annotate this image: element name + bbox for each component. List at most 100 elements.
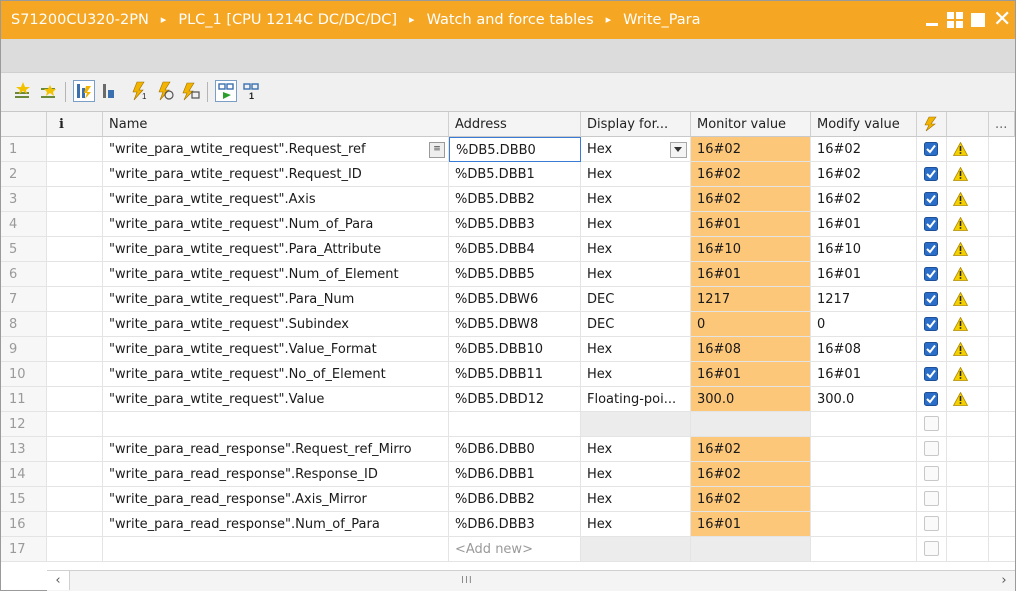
row-number[interactable]: 5	[1, 237, 47, 262]
monitor-all-icon[interactable]	[215, 80, 237, 102]
table-row[interactable]: 13 "write_para_read_response".Request_ref…	[1, 437, 1015, 462]
checkbox-unchecked-icon[interactable]	[924, 466, 939, 481]
address-cell[interactable]: %DB5.DBW8	[449, 312, 581, 337]
checkbox-checked-icon[interactable]	[924, 391, 938, 406]
display-format-cell[interactable]: Hex	[581, 162, 691, 187]
display-format-cell[interactable]: Hex	[581, 187, 691, 212]
modify-value-cell[interactable]	[811, 537, 917, 562]
name-cell[interactable]: "write_para_wtite_request".Axis	[103, 187, 449, 212]
breadcrumb-device[interactable]: S71200CU320-2PN	[11, 1, 149, 39]
scroll-left-icon[interactable]: ‹	[49, 571, 67, 591]
modify-checkbox[interactable]	[917, 187, 947, 212]
name-cell[interactable]	[103, 537, 449, 562]
checkbox-checked-icon[interactable]	[924, 341, 938, 356]
table-row[interactable]: 16 "write_para_read_response".Num_of_Para…	[1, 512, 1015, 537]
table-row[interactable]: 9 "write_para_wtite_request".Value_Format…	[1, 337, 1015, 362]
scroll-right-icon[interactable]: ›	[995, 571, 1013, 591]
checkbox-unchecked-icon[interactable]	[924, 516, 939, 531]
modify-checkbox[interactable]	[917, 412, 947, 437]
address-cell[interactable]: %DB5.DBD12	[449, 387, 581, 412]
checkbox-checked-icon[interactable]	[924, 141, 938, 156]
name-cell[interactable]: "write_para_wtite_request".Subindex	[103, 312, 449, 337]
address-cell[interactable]: %DB5.DBB5	[449, 262, 581, 287]
checkbox-checked-icon[interactable]	[924, 291, 938, 306]
display-format-cell[interactable]: DEC	[581, 287, 691, 312]
row-number[interactable]: 17	[1, 537, 47, 562]
show-hide-columns-icon[interactable]	[99, 81, 119, 101]
row-number[interactable]: 2	[1, 162, 47, 187]
header-address[interactable]: Address	[449, 112, 581, 137]
enable-peripheral-outputs-icon[interactable]	[181, 81, 201, 101]
modify-value-cell[interactable]: 0	[811, 312, 917, 337]
display-format-cell[interactable]: Hex	[581, 462, 691, 487]
table-row[interactable]: 12	[1, 412, 1015, 437]
modify-value-cell[interactable]: 16#01	[811, 362, 917, 387]
modify-value-cell[interactable]: 16#10	[811, 237, 917, 262]
row-number[interactable]: 6	[1, 262, 47, 287]
modify-checkbox[interactable]	[917, 537, 947, 562]
header-info[interactable]: i	[47, 112, 103, 137]
header-more[interactable]: ...	[989, 112, 1015, 137]
modify-value-cell[interactable]: 1217	[811, 287, 917, 312]
modify-value-cell[interactable]: 16#02	[811, 187, 917, 212]
modify-checkbox[interactable]	[917, 437, 947, 462]
address-cell[interactable]: %DB5.DBB11	[449, 362, 581, 387]
checkbox-checked-icon[interactable]	[924, 166, 938, 181]
name-cell[interactable]: "write_para_wtite_request".No_of_Element	[103, 362, 449, 387]
display-format-cell[interactable]	[581, 537, 691, 562]
address-cell[interactable]: %DB6.DBB2	[449, 487, 581, 512]
display-format-cell[interactable]: Hex	[581, 262, 691, 287]
tile-window-icon[interactable]	[947, 12, 963, 28]
row-number[interactable]: 12	[1, 412, 47, 437]
row-number[interactable]: 1	[1, 137, 47, 162]
modify-value-cell[interactable]: 16#08	[811, 337, 917, 362]
row-number[interactable]: 13	[1, 437, 47, 462]
name-cell[interactable]: "write_para_wtite_request".Request_ref ≡	[103, 137, 449, 162]
checkbox-checked-icon[interactable]	[924, 191, 938, 206]
name-cell[interactable]: "write_para_wtite_request".Num_of_Para	[103, 212, 449, 237]
row-number[interactable]: 4	[1, 212, 47, 237]
row-number[interactable]: 11	[1, 387, 47, 412]
modify-value-cell[interactable]	[811, 437, 917, 462]
name-cell[interactable]: "write_para_wtite_request".Request_ID	[103, 162, 449, 187]
row-number[interactable]: 15	[1, 487, 47, 512]
modify-now-icon[interactable]: 1	[129, 81, 149, 101]
monitor-now-icon[interactable]: 1	[241, 81, 261, 101]
display-format-cell[interactable]: Hex	[581, 137, 691, 162]
modify-value-cell[interactable]: 16#02	[811, 162, 917, 187]
table-row[interactable]: 17 <Add new>	[1, 537, 1015, 562]
table-row[interactable]: 5 "write_para_wtite_request".Para_Attribu…	[1, 237, 1015, 262]
name-cell[interactable]: "write_para_read_response".Request_ref_M…	[103, 437, 449, 462]
address-cell[interactable]	[449, 412, 581, 437]
modify-checkbox[interactable]	[917, 137, 947, 162]
row-number[interactable]: 16	[1, 512, 47, 537]
checkbox-unchecked-icon[interactable]	[924, 491, 939, 506]
modify-checkbox[interactable]	[917, 162, 947, 187]
modify-value-cell[interactable]	[811, 487, 917, 512]
modify-value-cell[interactable]: 300.0	[811, 387, 917, 412]
table-row[interactable]: 7 "write_para_wtite_request".Para_Num %DB5…	[1, 287, 1015, 312]
checkbox-checked-icon[interactable]	[924, 266, 938, 281]
name-cell[interactable]: "write_para_wtite_request".Num_of_Elemen…	[103, 262, 449, 287]
modify-value-cell[interactable]: 16#01	[811, 262, 917, 287]
name-cell[interactable]	[103, 412, 449, 437]
checkbox-unchecked-icon[interactable]	[924, 416, 939, 431]
modify-value-cell[interactable]	[811, 462, 917, 487]
modify-checkbox[interactable]	[917, 462, 947, 487]
header-name[interactable]: Name	[103, 112, 449, 137]
header-modify-value[interactable]: Modify value	[811, 112, 917, 137]
row-number[interactable]: 8	[1, 312, 47, 337]
table-row[interactable]: 4 "write_para_wtite_request".Num_of_Para%…	[1, 212, 1015, 237]
checkbox-unchecked-icon[interactable]	[924, 441, 939, 456]
modify-checkbox[interactable]	[917, 237, 947, 262]
breadcrumb-watch-tables[interactable]: Watch and force tables	[427, 1, 594, 39]
modify-checkbox[interactable]	[917, 387, 947, 412]
display-format-cell[interactable]: Hex	[581, 437, 691, 462]
modify-checkbox[interactable]	[917, 262, 947, 287]
name-cell[interactable]: "write_para_read_response".Response_ID	[103, 462, 449, 487]
table-row[interactable]: 14 "write_para_read_response".Response_ID…	[1, 462, 1015, 487]
row-number[interactable]: 14	[1, 462, 47, 487]
insert-row-icon[interactable]	[13, 81, 33, 101]
address-cell[interactable]: %DB6.DBB0	[449, 437, 581, 462]
modify-checkbox[interactable]	[917, 362, 947, 387]
